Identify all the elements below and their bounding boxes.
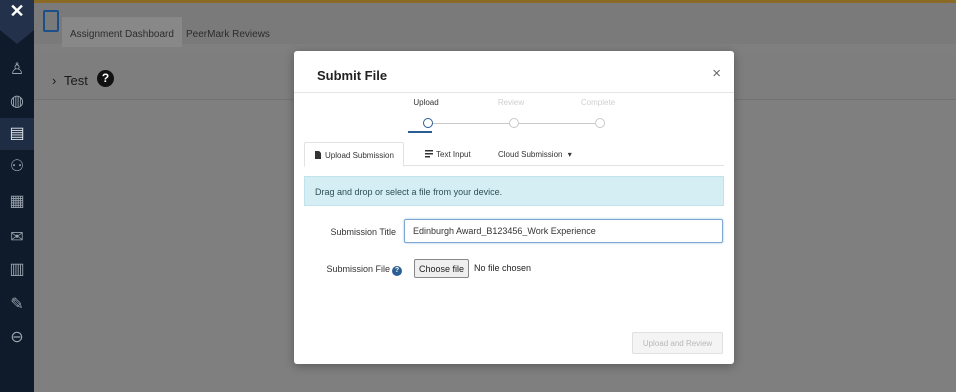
modal-title: Submit File [317, 68, 388, 83]
text-lines-icon [425, 150, 433, 158]
logout-icon[interactable]: ⊖ [7, 328, 27, 348]
globe-icon[interactable]: ◍ [7, 92, 27, 112]
no-file-status: No file chosen [474, 263, 532, 273]
caret-down-icon: ▾ [567, 150, 572, 159]
tab-label: Upload Submission [325, 151, 394, 160]
tab-assignment-dashboard[interactable]: Assignment Dashboard [62, 17, 182, 47]
app-logo-icon[interactable] [43, 10, 59, 32]
submission-title-input[interactable] [404, 219, 723, 243]
step-review-label: Review [497, 98, 525, 107]
calendar-icon[interactable]: ▦ [7, 192, 27, 212]
choose-file-button[interactable]: Choose file [414, 259, 470, 278]
assignment-icon[interactable]: ▤ [7, 124, 27, 144]
submission-file-label: Submission File? [314, 264, 402, 276]
tab-text-input[interactable]: Text Input [416, 142, 480, 167]
top-bar: Assignment Dashboard PeerMark Reviews [34, 0, 956, 47]
tab-cloud-submission[interactable]: Cloud Submission ▾ [489, 142, 581, 167]
step-complete-dot [595, 118, 605, 128]
breadcrumb-label: Test [63, 73, 88, 88]
tab-upload-submission[interactable]: Upload Submission [304, 142, 404, 167]
upload-and-review-button[interactable]: Upload and Review [632, 332, 723, 354]
document-icon[interactable]: ▥ [7, 260, 27, 280]
step-complete-label: Complete [580, 98, 616, 107]
chevron-right-icon: › [52, 73, 57, 88]
help-icon[interactable]: ? [97, 70, 114, 87]
close-icon[interactable]: × [712, 65, 721, 82]
submit-file-modal: Submit File × Upload Review Complete Upl… [294, 51, 734, 364]
people-icon[interactable]: ⚇ [7, 157, 27, 177]
step-connector [433, 123, 509, 124]
help-icon[interactable]: ? [392, 266, 402, 276]
submission-tabs: Upload Submission Text Input Cloud Submi… [304, 142, 724, 167]
mail-icon[interactable]: ✉ [7, 228, 27, 248]
tab-label: Cloud Submission [498, 150, 563, 159]
step-upload-label: Upload [413, 98, 439, 107]
file-icon [315, 151, 321, 159]
tab-peermark-reviews[interactable]: PeerMark Reviews [178, 17, 278, 47]
tab-label: Text Input [436, 150, 471, 159]
submission-file-label-text: Submission File [326, 264, 390, 274]
user-icon[interactable]: ♙ [7, 60, 27, 80]
edit-icon[interactable]: ✎ [7, 295, 27, 315]
modal-divider [294, 92, 734, 93]
breadcrumb[interactable]: › Test [52, 73, 88, 88]
left-sidebar: ✕ ♙ ◍ ▤ ⚇ ▦ ✉ ▥ ✎ ⊖ [0, 0, 34, 392]
drop-zone-info[interactable]: Drag and drop or select a file from your… [304, 176, 724, 206]
submission-title-label: Submission Title [330, 227, 396, 237]
step-review-dot [509, 118, 519, 128]
close-icon[interactable]: ✕ [0, 0, 34, 44]
step-connector [519, 123, 595, 124]
step-upload-dot [423, 118, 433, 128]
step-active-underline [408, 131, 432, 133]
